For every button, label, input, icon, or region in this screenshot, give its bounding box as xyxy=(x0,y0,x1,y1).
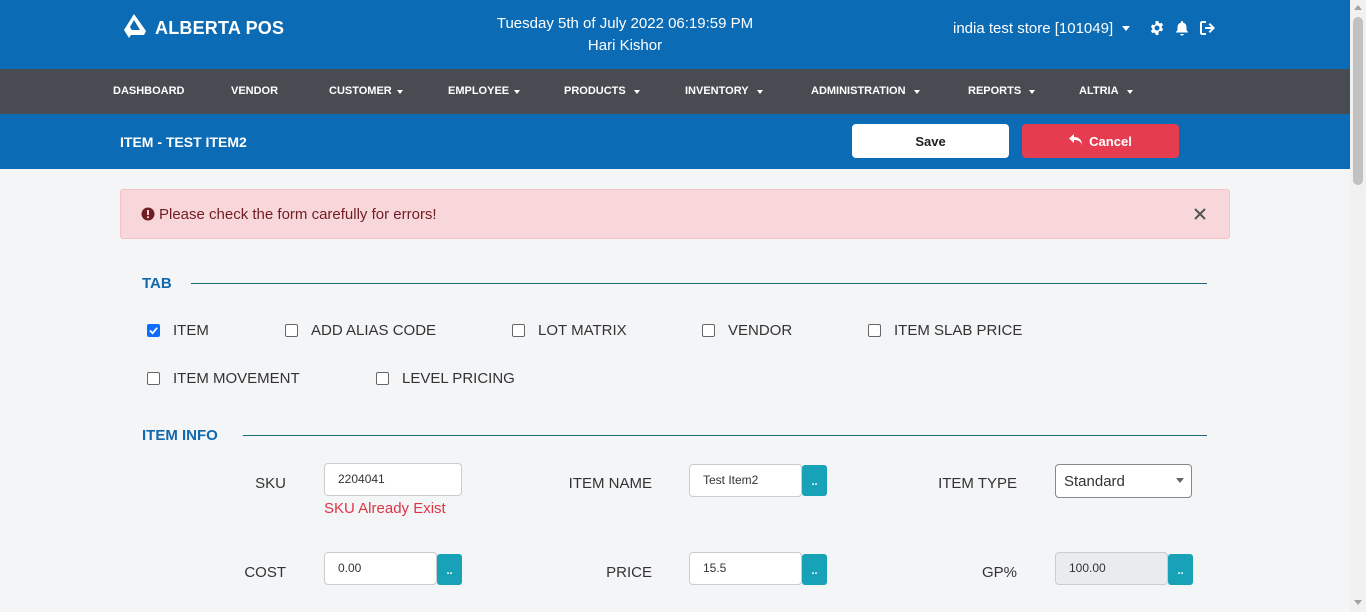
main-nav: DASHBOARD VENDOR CUSTOMER EMPLOYEE PRODU… xyxy=(0,69,1350,114)
alert-message: Please check the form carefully for erro… xyxy=(159,206,437,223)
checkbox-label: ADD ALIAS CODE xyxy=(311,322,437,339)
page-action-bar: ITEM - TEST ITEM2 Save Cancel xyxy=(0,114,1350,169)
undo-arrow-icon xyxy=(1069,133,1089,149)
nav-label: EMPLOYEE xyxy=(448,85,510,97)
checkbox-label: LOT MATRIX xyxy=(538,322,627,339)
save-button[interactable]: Save xyxy=(852,124,1009,158)
cancel-label: Cancel xyxy=(1089,133,1132,149)
chevron-down-icon xyxy=(1029,89,1036,94)
nav-item-administration[interactable]: ADMINISTRATION xyxy=(811,69,920,114)
checkbox-label: VENDOR xyxy=(728,322,793,339)
nav-label: PRODUCTS xyxy=(564,85,626,97)
gear-icon[interactable] xyxy=(1149,20,1165,36)
nav-label: ALTRIA xyxy=(1079,85,1119,97)
checkbox-item[interactable]: ITEM xyxy=(147,322,209,339)
sku-error-message: SKU Already Exist xyxy=(324,500,446,517)
store-name: india test store [101049] xyxy=(953,20,1114,37)
cancel-button[interactable]: Cancel xyxy=(1022,124,1179,158)
exclamation-circle-icon xyxy=(141,207,155,221)
nav-item-vendor[interactable]: VENDOR xyxy=(231,69,278,114)
sku-input[interactable]: 2204041 xyxy=(324,463,462,496)
scroll-down-icon[interactable] xyxy=(1354,600,1362,605)
chevron-down-icon xyxy=(1122,26,1131,31)
nav-label: REPORTS xyxy=(968,85,1022,97)
close-icon[interactable] xyxy=(1191,205,1209,223)
chevron-down-icon xyxy=(1176,478,1184,483)
nav-item-inventory[interactable]: INVENTORY xyxy=(685,69,763,114)
logout-icon[interactable] xyxy=(1199,19,1217,37)
section-divider xyxy=(191,283,1207,284)
nav-item-altria[interactable]: ALTRIA xyxy=(1079,69,1133,114)
checkbox-unchecked[interactable] xyxy=(512,324,525,337)
cost-label: COST xyxy=(244,564,286,581)
tab-section-title: TAB xyxy=(142,275,172,292)
page-scrollbar[interactable] xyxy=(1350,0,1366,612)
checkbox-checked[interactable] xyxy=(147,324,160,337)
price-input[interactable]: 15.5 xyxy=(689,552,802,585)
checkbox-unchecked[interactable] xyxy=(868,324,881,337)
chevron-down-icon xyxy=(756,89,763,94)
store-selector[interactable]: india test store [101049] xyxy=(953,20,1131,37)
nav-label: ADMINISTRATION xyxy=(811,85,906,97)
nav-label: INVENTORY xyxy=(685,85,749,97)
gp-percent-lookup-button[interactable]: .. xyxy=(1168,554,1193,585)
scroll-up-icon[interactable] xyxy=(1354,5,1362,10)
checkbox-lot-matrix[interactable]: LOT MATRIX xyxy=(512,322,627,339)
checkbox-unchecked[interactable] xyxy=(285,324,298,337)
checkbox-item-movement[interactable]: ITEM MOVEMENT xyxy=(147,370,300,387)
sku-label: SKU xyxy=(255,475,286,492)
checkbox-level-pricing[interactable]: LEVEL PRICING xyxy=(376,370,515,387)
bell-icon[interactable] xyxy=(1174,20,1190,36)
item-info-section-title: ITEM INFO xyxy=(142,427,218,444)
checkbox-label: ITEM SLAB PRICE xyxy=(894,322,1023,339)
checkbox-unchecked[interactable] xyxy=(376,372,389,385)
checkbox-item-slab-price[interactable]: ITEM SLAB PRICE xyxy=(868,322,1022,339)
price-lookup-button[interactable]: .. xyxy=(802,554,827,585)
cost-lookup-button[interactable]: .. xyxy=(437,554,462,585)
checkbox-unchecked[interactable] xyxy=(147,372,160,385)
nav-label: CUSTOMER xyxy=(329,85,392,97)
gp-percent-input: 100.00 xyxy=(1055,552,1168,585)
cost-input[interactable]: 0.00 xyxy=(324,552,437,585)
item-name-label: ITEM NAME xyxy=(568,475,652,492)
item-type-label: ITEM TYPE xyxy=(938,475,1017,492)
nav-item-employee[interactable]: EMPLOYEE xyxy=(448,69,521,114)
nav-label: DASHBOARD xyxy=(113,85,185,97)
chevron-down-icon xyxy=(1126,89,1133,94)
checkbox-label: ITEM xyxy=(173,322,209,339)
nav-item-customer[interactable]: CUSTOMER xyxy=(329,69,403,114)
checkbox-add-alias-code[interactable]: ADD ALIAS CODE xyxy=(285,322,436,339)
item-type-selected: Standard xyxy=(1064,473,1125,490)
chevron-down-icon xyxy=(396,89,403,94)
chevron-down-icon xyxy=(633,89,640,94)
item-type-select[interactable]: Standard xyxy=(1055,464,1192,498)
top-header: ALBERTA POS Tuesday 5th of July 2022 06:… xyxy=(0,0,1350,69)
checkbox-unchecked[interactable] xyxy=(702,324,715,337)
header-actions xyxy=(1149,19,1217,37)
item-name-lookup-button[interactable]: .. xyxy=(802,465,827,496)
current-user: Hari Kishor xyxy=(587,37,663,54)
chevron-down-icon xyxy=(913,89,920,94)
scrollbar-thumb[interactable] xyxy=(1353,17,1363,185)
section-divider xyxy=(243,435,1207,436)
page-title: ITEM - TEST ITEM2 xyxy=(120,134,247,150)
checkbox-label: LEVEL PRICING xyxy=(402,370,515,387)
nav-item-reports[interactable]: REPORTS xyxy=(968,69,1036,114)
gp-percent-label: GP% xyxy=(981,564,1017,581)
checkbox-vendor[interactable]: VENDOR xyxy=(702,322,792,339)
checkbox-label: ITEM MOVEMENT xyxy=(173,370,300,387)
chevron-down-icon xyxy=(514,89,521,94)
nav-item-products[interactable]: PRODUCTS xyxy=(564,69,640,114)
error-alert: Please check the form carefully for erro… xyxy=(120,189,1230,239)
nav-label: VENDOR xyxy=(231,85,279,97)
nav-item-dashboard[interactable]: DASHBOARD xyxy=(113,69,185,114)
item-name-input[interactable]: Test Item2 xyxy=(689,464,802,497)
price-label: PRICE xyxy=(606,564,652,581)
